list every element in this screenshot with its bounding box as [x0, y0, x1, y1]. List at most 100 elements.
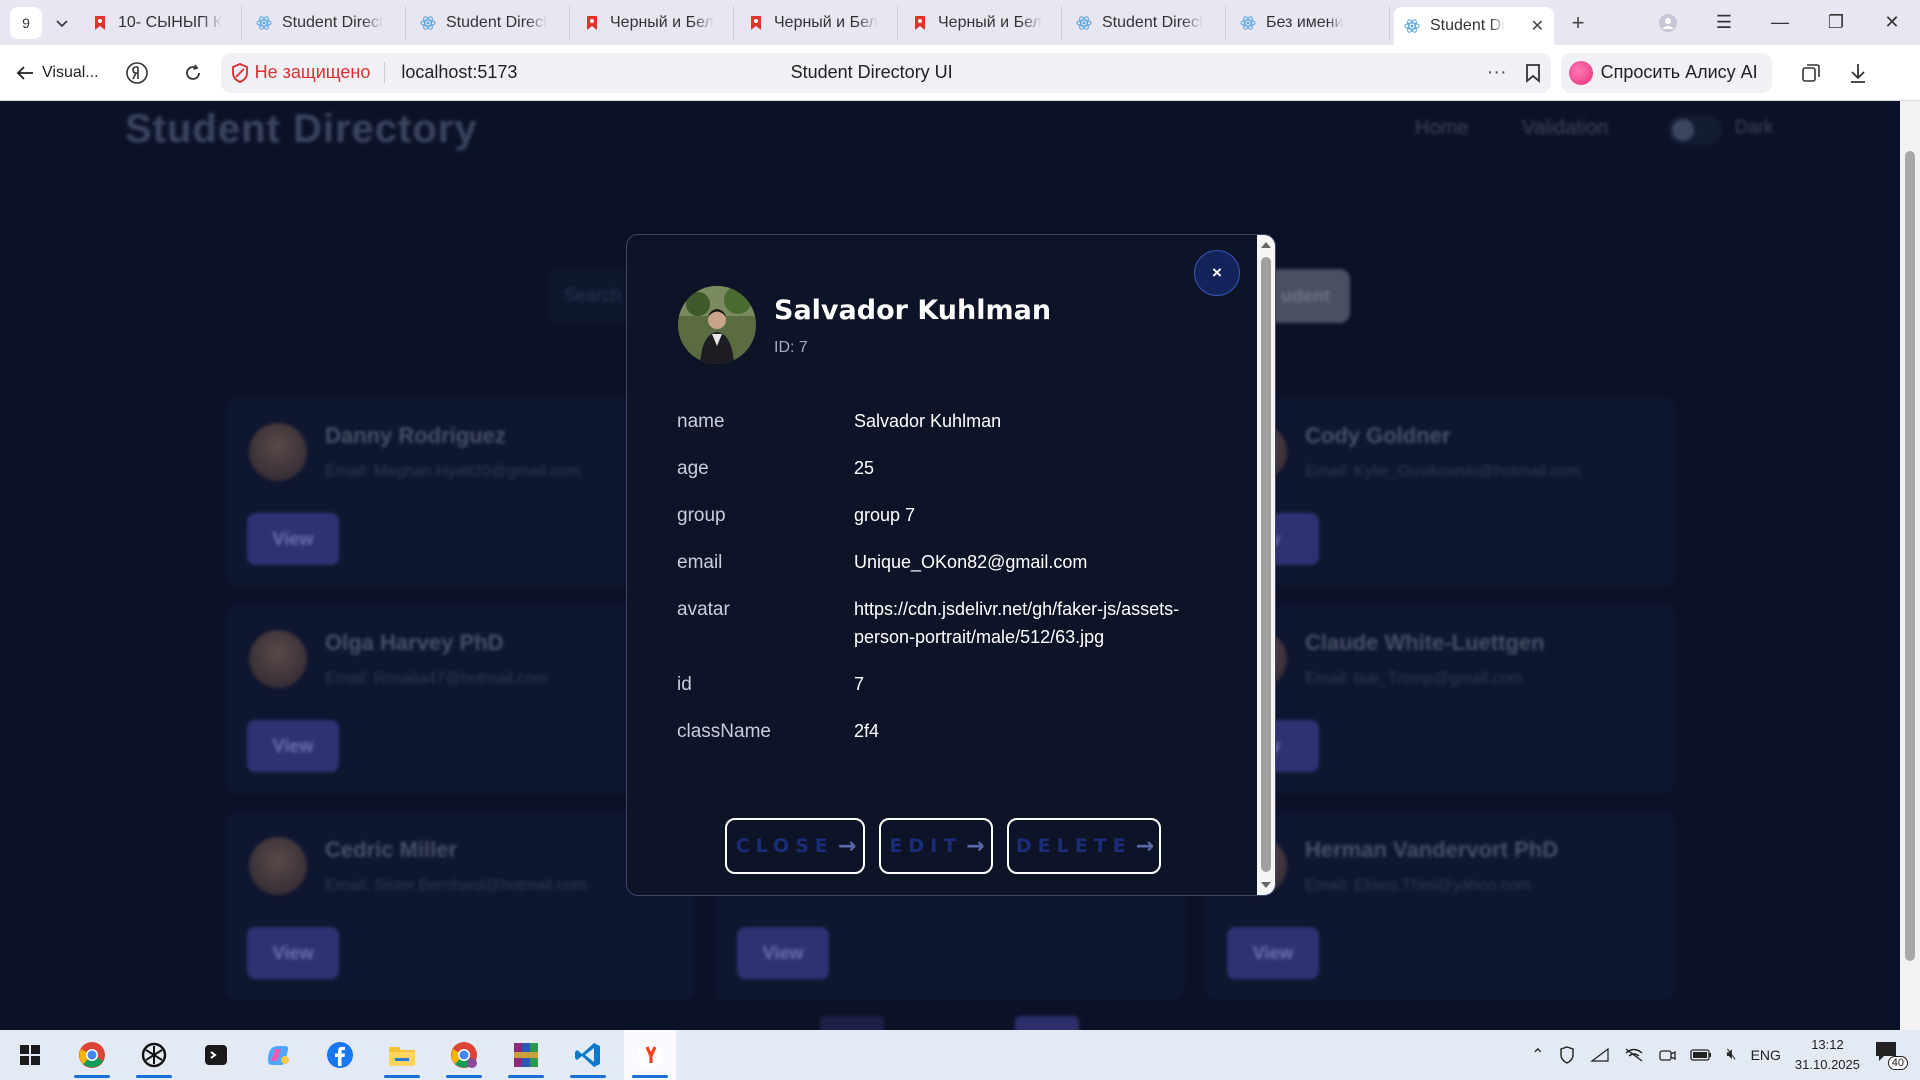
modal-close-button[interactable]: ×	[1194, 250, 1240, 296]
chrome-profile-taskbar-icon[interactable]	[438, 1030, 490, 1080]
browser-tab[interactable]: Черный и Бел	[738, 5, 898, 40]
file-explorer-taskbar-icon[interactable]	[376, 1030, 428, 1080]
security-shield-icon[interactable]	[1558, 1046, 1576, 1064]
field-row: name Salvador Kuhlman	[677, 411, 1217, 435]
camera-icon[interactable]	[1658, 1047, 1677, 1063]
collections-icon[interactable]	[1800, 62, 1822, 84]
system-tray: ⌃ 🔇︎ ENG 13:12 31.10.2025 40	[1531, 1035, 1920, 1075]
student-fields: name Salvador Kuhlman age 25 group group…	[677, 411, 1217, 768]
windows-logo-icon	[20, 1045, 40, 1065]
profile-icon[interactable]	[1640, 0, 1696, 45]
yandex-icon[interactable]	[119, 55, 155, 91]
reload-icon[interactable]	[175, 55, 211, 91]
pagination-button[interactable]	[1015, 1016, 1079, 1030]
url-box[interactable]: Не защищено localhost:5173 Student Direc…	[220, 52, 1551, 93]
chatgpt-taskbar-icon[interactable]	[128, 1030, 180, 1080]
view-button[interactable]: View	[1227, 927, 1319, 979]
view-button[interactable]: View	[737, 927, 829, 979]
shield-alert-icon	[231, 62, 248, 83]
delete-button[interactable]: DELETE →	[1007, 818, 1161, 874]
insecure-label: Не защищено	[254, 62, 371, 82]
browser-tab[interactable]: Без имени	[1230, 5, 1390, 40]
view-button[interactable]: View	[247, 720, 339, 772]
app-header: Student Directory Home Validation Dark	[0, 101, 1900, 187]
react-icon	[1404, 19, 1420, 33]
alisa-icon	[1568, 60, 1593, 85]
battery-icon[interactable]	[1690, 1048, 1712, 1062]
student-email: Email: Isai_Tromp@gmail.com	[1305, 670, 1523, 687]
nav-home-link[interactable]: Home	[1415, 117, 1468, 140]
pagination-button[interactable]	[820, 1016, 884, 1030]
copilot-taskbar-icon[interactable]	[252, 1030, 304, 1080]
browser-tab[interactable]: Student Direct	[410, 5, 570, 40]
speaker-muted-icon[interactable]: 🔇︎	[1726, 1046, 1736, 1064]
view-button[interactable]: View	[247, 927, 339, 979]
restore-icon[interactable]: ❐	[1808, 0, 1864, 45]
nav-validation-link[interactable]: Validation	[1522, 117, 1608, 140]
chrome-taskbar-icon[interactable]	[66, 1030, 118, 1080]
field-row: group group 7	[677, 505, 1217, 529]
browser-tab[interactable]: Student Direct	[246, 5, 406, 40]
more-icon[interactable]: ···	[1487, 61, 1507, 84]
scrollbar-thumb[interactable]	[1905, 151, 1915, 961]
windows-taskbar: ⌃ 🔇︎ ENG 13:12 31.10.2025 40	[0, 1030, 1920, 1080]
close-button-label: CLOSE	[735, 835, 834, 857]
view-button[interactable]: View	[247, 513, 339, 565]
chevron-up-icon[interactable]: ⌃	[1531, 1045, 1544, 1065]
edit-button-label: EDIT	[889, 835, 963, 857]
winrar-taskbar-icon[interactable]	[500, 1030, 552, 1080]
start-button[interactable]	[4, 1030, 56, 1080]
clock-date: 31.10.2025	[1794, 1057, 1860, 1072]
ask-alisa-button[interactable]: Спросить Алису AI	[1560, 52, 1772, 93]
page-title: Student Directory UI	[790, 62, 953, 82]
menu-icon[interactable]: ☰	[1696, 0, 1752, 45]
scroll-down-icon[interactable]	[1261, 882, 1271, 888]
tab-title: Student Di	[1430, 17, 1505, 34]
arrow-right-icon: →	[966, 833, 985, 859]
browser-tab[interactable]: Черный и Бел	[902, 5, 1062, 40]
new-tab-icon[interactable]: +	[1562, 7, 1594, 39]
tab-counter[interactable]: 9	[10, 6, 42, 39]
browser-tab[interactable]: Черный и Бел	[574, 5, 734, 40]
modal-scrollbar-thumb[interactable]	[1261, 257, 1271, 872]
window-controls: ☰ — ❐ ✕	[1640, 0, 1920, 45]
page-scrollbar[interactable]	[1900, 101, 1920, 1030]
yandex-bookmark-icon	[95, 15, 105, 30]
scroll-up-icon[interactable]	[1261, 242, 1271, 248]
notifications-button[interactable]: 40	[1874, 1040, 1908, 1070]
minimize-icon[interactable]: —	[1752, 0, 1808, 45]
react-icon	[1076, 15, 1092, 30]
browser-tab-active[interactable]: Student Di ✕	[1394, 7, 1554, 45]
vscode-taskbar-icon[interactable]	[562, 1030, 614, 1080]
modal-scrollbar[interactable]	[1257, 235, 1275, 895]
wifi-icon[interactable]	[1590, 1047, 1610, 1063]
bookmark-icon[interactable]	[1525, 63, 1541, 83]
clock[interactable]: 13:12 31.10.2025	[1795, 1035, 1860, 1075]
terminal-taskbar-icon[interactable]	[190, 1030, 242, 1080]
alisa-label: Спросить Алису AI	[1600, 62, 1758, 82]
facebook-taskbar-icon[interactable]	[314, 1030, 366, 1080]
react-icon	[1240, 15, 1256, 30]
tab-title: Черный и Бел	[774, 13, 878, 31]
close-window-icon[interactable]: ✕	[1864, 0, 1920, 45]
browser-tab[interactable]: 10- СЫНЫП К	[82, 5, 242, 40]
student-name: Cody Goldner	[1305, 423, 1451, 448]
insecure-indicator[interactable]: Не защищено	[231, 62, 386, 83]
edit-button[interactable]: EDIT →	[879, 818, 993, 874]
tab-list-dropdown-icon[interactable]	[46, 7, 78, 39]
network-off-icon[interactable]	[1624, 1047, 1644, 1063]
student-name: Olga Harvey PhD	[325, 630, 504, 655]
tab-close-icon[interactable]: ✕	[1531, 16, 1544, 36]
student-name: Herman Vandervort PhD	[1305, 837, 1559, 862]
close-button[interactable]: CLOSE →	[725, 818, 865, 874]
field-key: id	[677, 674, 692, 695]
yandex-browser-taskbar-icon[interactable]	[624, 1030, 676, 1080]
download-icon[interactable]	[1848, 62, 1868, 84]
dark-mode-toggle[interactable]	[1668, 115, 1722, 145]
field-value: Salvador Kuhlman	[854, 411, 1002, 431]
back-button[interactable]: Visual...	[16, 64, 99, 82]
student-detail-modal: × Salvador Kuhlman ID: 7 name Salvador K…	[626, 234, 1276, 896]
language-indicator[interactable]: ENG	[1751, 1047, 1781, 1063]
browser-tab[interactable]: Student Direct	[1066, 5, 1226, 40]
url-text[interactable]: localhost:5173	[401, 62, 517, 83]
